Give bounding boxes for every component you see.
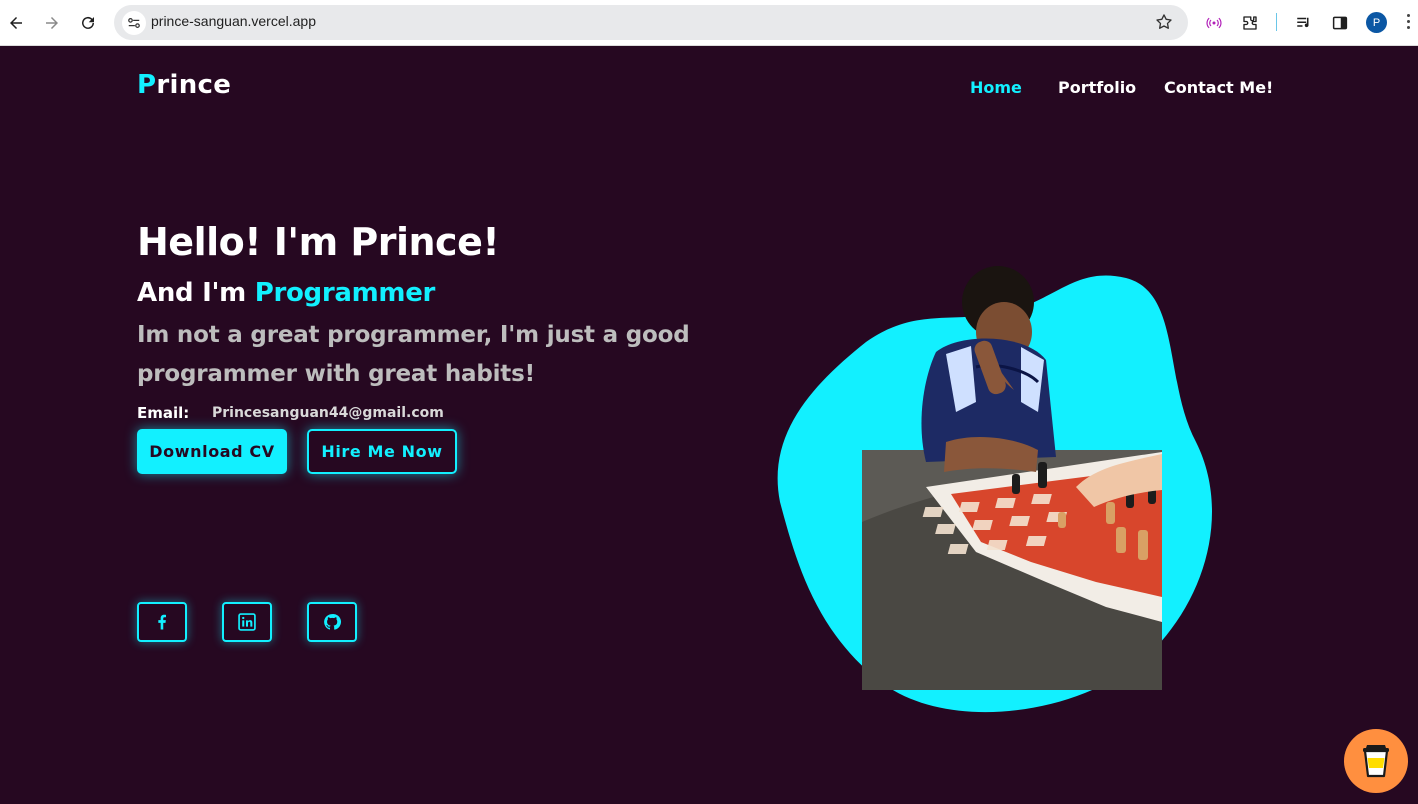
- url-text[interactable]: prince-sanguan.vercel.app: [151, 13, 316, 29]
- bookmark-star-icon[interactable]: [1154, 12, 1174, 32]
- browser-toolbar: prince-sanguan.vercel.app P: [0, 0, 1418, 46]
- email-value[interactable]: Princesanguan44@gmail.com: [212, 405, 444, 421]
- hire-me-button[interactable]: Hire Me Now: [307, 429, 457, 474]
- media-button[interactable]: [1292, 11, 1316, 35]
- site-logo[interactable]: Prince: [137, 70, 231, 100]
- linkedin-icon: [238, 613, 256, 631]
- cast-button[interactable]: [1202, 11, 1226, 35]
- back-button[interactable]: [4, 11, 28, 35]
- download-cv-button[interactable]: Download CV: [137, 429, 287, 474]
- nav-home[interactable]: Home: [970, 78, 1022, 97]
- email-label: Email:: [137, 404, 190, 422]
- media-icon: [1297, 17, 1309, 28]
- profile-photo: [777, 266, 1212, 713]
- site-info-button[interactable]: [122, 11, 146, 35]
- hero-role-line: And I'm Programmer: [137, 278, 435, 308]
- github-icon: [324, 614, 342, 630]
- and-im-text: And I'm: [137, 278, 246, 308]
- logo-rest: rince: [156, 70, 232, 100]
- facebook-icon: [158, 614, 166, 630]
- nav-portfolio[interactable]: Portfolio: [1058, 78, 1136, 97]
- linkedin-button[interactable]: [222, 602, 272, 642]
- extensions-button[interactable]: [1238, 11, 1262, 35]
- profile-avatar[interactable]: P: [1366, 12, 1387, 33]
- nav-contact[interactable]: Contact Me!: [1164, 78, 1273, 97]
- buy-me-coffee-button[interactable]: [1344, 729, 1408, 793]
- extensions-icon: [1243, 16, 1257, 30]
- side-panel-button[interactable]: [1328, 11, 1352, 35]
- address-bar[interactable]: prince-sanguan.vercel.app: [114, 5, 1188, 40]
- toolbar-separator: [1276, 13, 1277, 31]
- menu-icon[interactable]: [1404, 11, 1412, 35]
- coffee-cup-icon: [1363, 745, 1389, 778]
- github-button[interactable]: [307, 602, 357, 642]
- side-panel-icon: [1332, 16, 1348, 30]
- back-icon: [10, 17, 22, 29]
- site-info-icon: [128, 18, 140, 28]
- reload-button[interactable]: [76, 11, 100, 35]
- facebook-button[interactable]: [137, 602, 187, 642]
- forward-button[interactable]: [40, 11, 64, 35]
- role-text: Programmer: [254, 278, 436, 308]
- reload-icon: [82, 16, 94, 29]
- hero-greeting: Hello! I'm Prince!: [137, 220, 500, 264]
- cast-icon: [1206, 17, 1222, 29]
- hero-image: [776, 262, 1220, 718]
- forward-icon: [46, 17, 58, 29]
- hero-quote: Im not a great programmer, I'm just a go…: [137, 322, 690, 387]
- logo-initial: P: [137, 70, 157, 100]
